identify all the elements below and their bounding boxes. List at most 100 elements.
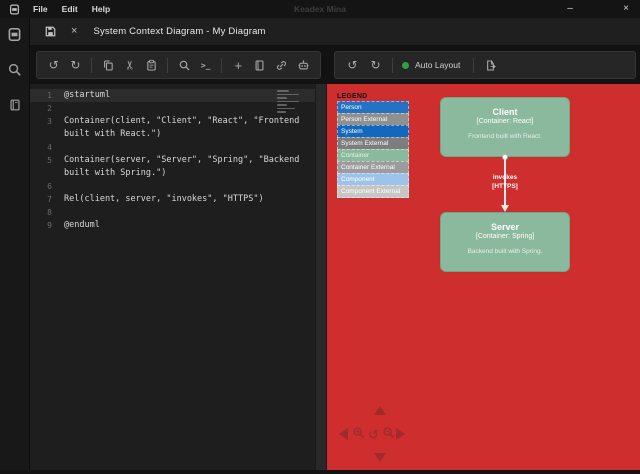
pan-up-icon[interactable] [374, 406, 386, 415]
code-line: 3 Container(client, "Client", "React", "… [30, 115, 315, 128]
diagram-redo-icon[interactable]: ↻ [364, 54, 387, 76]
library-icon[interactable] [6, 96, 23, 113]
minimap-line [277, 100, 299, 102]
minimap[interactable] [277, 90, 301, 113]
line-number [30, 128, 52, 141]
toolbar-row: ↺ ↻ ✂ >_ + ↺ ↻ Auto Layout [30, 46, 640, 84]
line-text [52, 206, 64, 219]
legend: LEGEND Person Person External System Sys… [337, 93, 409, 198]
window-controls: – × [564, 4, 632, 14]
legend-item: Component External [337, 185, 409, 198]
line-text: @enduml [64, 220, 100, 230]
editor-toolbar: ↺ ↻ ✂ >_ + [36, 51, 321, 79]
copy-icon[interactable] [97, 54, 119, 76]
line-text: Container(server, "Server", "Spring", "B… [64, 155, 300, 165]
edge-label[interactable]: invokes [HTTPS] [492, 173, 518, 191]
menu-item[interactable]: File [33, 4, 48, 14]
app-logo-icon [8, 3, 21, 16]
diagram-undo-icon[interactable]: ↺ [341, 54, 364, 76]
undo-icon[interactable]: ↺ [43, 54, 65, 76]
save-icon[interactable] [44, 25, 57, 38]
toolbar-divider [91, 57, 93, 73]
menu-bar: File Edit Help [33, 4, 110, 14]
line-text: @startuml [64, 90, 111, 100]
app-window: File Edit Help Keadex Mina – × × System … [0, 0, 640, 474]
node-subtitle: [Container: Spring] [475, 233, 535, 240]
minimap-line [277, 97, 287, 99]
close-button[interactable]: × [620, 4, 632, 14]
node-description: Frontend built with React. [468, 133, 542, 140]
line-number: 5 [47, 156, 52, 165]
tab-close-icon[interactable]: × [71, 26, 77, 37]
menu-item[interactable]: Edit [62, 4, 78, 14]
line-number: 3 [47, 117, 52, 126]
code-lines: 1 @startuml 2 3 Container(client, "Clien… [30, 89, 315, 232]
pane-splitter[interactable] [315, 84, 327, 470]
redo-icon[interactable]: ↻ [65, 54, 87, 76]
library-element-icon[interactable] [249, 54, 271, 76]
edge-label-text: invokes [492, 174, 518, 181]
auto-layout-status-dot [402, 61, 409, 69]
ai-assistant-icon[interactable] [292, 54, 314, 76]
activity-bar [0, 18, 30, 470]
cut-icon[interactable]: ✂ [119, 54, 141, 76]
search-icon[interactable] [6, 61, 23, 78]
window-bottom-edge [0, 470, 640, 474]
pan-down-icon[interactable] [374, 453, 386, 462]
minimize-button[interactable]: – [564, 4, 576, 14]
toolbar-divider [167, 57, 169, 73]
pan-right-icon[interactable] [396, 428, 405, 440]
find-icon[interactable] [173, 54, 195, 76]
diagram-canvas[interactable]: LEGEND Person Person External System Sys… [327, 84, 640, 470]
code-line: 2 [30, 102, 315, 115]
zoom-in-icon[interactable] [352, 426, 365, 444]
line-text [52, 102, 64, 115]
titlebar: File Edit Help Keadex Mina – × [0, 0, 640, 18]
line-number: 9 [47, 221, 52, 230]
legend-title: LEGEND [337, 93, 368, 100]
paste-icon[interactable] [141, 54, 163, 76]
link-icon[interactable] [271, 54, 293, 76]
terminal-icon[interactable]: >_ [195, 54, 217, 76]
reset-zoom-icon[interactable]: ↺ [368, 429, 379, 442]
tab-title: System Context Diagram - My Diagram [93, 26, 266, 37]
add-element-icon[interactable]: + [227, 54, 249, 76]
line-number [30, 167, 52, 180]
menu-item[interactable]: Help [92, 4, 110, 14]
line-text [52, 141, 64, 154]
toolbar-divider [221, 57, 223, 73]
pan-left-icon[interactable] [339, 428, 348, 440]
projects-icon[interactable] [6, 26, 23, 43]
line-number: 7 [47, 195, 52, 204]
line-number: 8 [47, 208, 52, 217]
zoom-out-icon[interactable] [382, 426, 395, 444]
node-description: Backend built with Spring. [467, 248, 543, 255]
minimap-line [277, 90, 289, 92]
minimap-line [277, 107, 295, 109]
line-number: 4 [47, 143, 52, 152]
code-line: 5 Container(server, "Server", "Spring", … [30, 154, 315, 167]
node-subtitle: [Container: React] [476, 118, 534, 125]
line-text [52, 180, 64, 193]
line-number: 2 [47, 104, 52, 113]
toolbar-divider [473, 57, 475, 73]
node-title: Client [492, 107, 518, 117]
toolbar-divider [392, 57, 393, 73]
minimap-line [277, 104, 287, 106]
code-line: 7 Rel(client, server, "invokes", "HTTPS"… [30, 193, 315, 206]
auto-layout-toggle[interactable]: Auto Layout [415, 60, 460, 70]
line-text: built with React.") [64, 129, 162, 139]
line-number: 1 [47, 91, 52, 100]
code-editor[interactable]: 1 @startuml 2 3 Container(client, "Clien… [30, 84, 315, 470]
legend-items: Person Person External System System Ext… [337, 101, 409, 198]
line-text: Rel(client, server, "invokes", "HTTPS") [64, 194, 264, 204]
node-server[interactable]: Server [Container: Spring] Backend built… [440, 212, 570, 272]
tab-bar[interactable]: × System Context Diagram - My Diagram [30, 18, 640, 46]
code-line: 8 [30, 206, 315, 219]
export-icon[interactable] [479, 54, 502, 76]
node-client[interactable]: Client [Container: React] Frontend built… [440, 97, 570, 157]
code-line: 1 @startuml [30, 89, 315, 102]
code-line: 4 [30, 141, 315, 154]
node-title: Server [490, 222, 520, 232]
edge-arrowhead-icon [500, 205, 509, 212]
